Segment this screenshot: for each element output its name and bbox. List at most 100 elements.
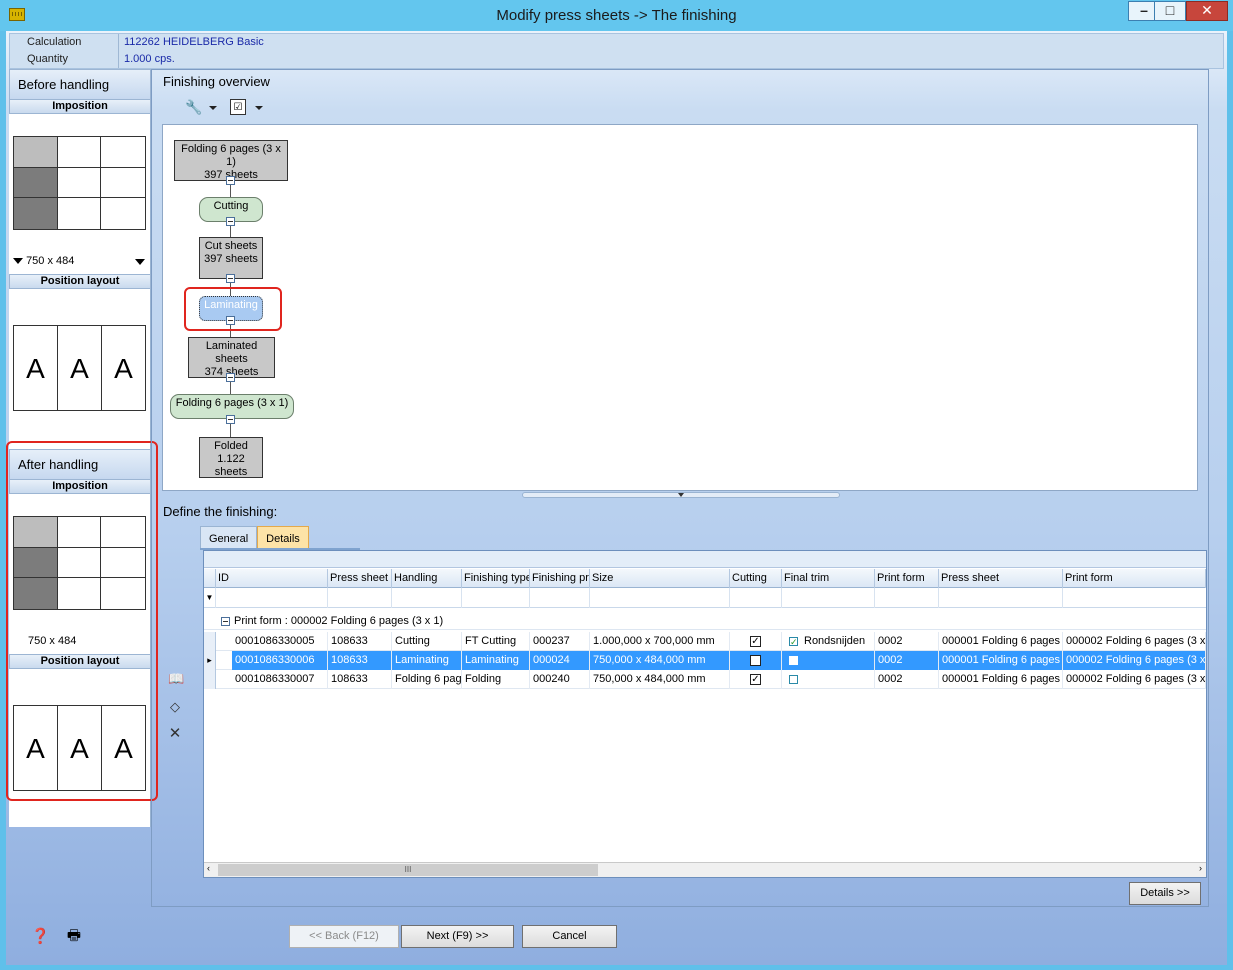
table-cell-print-form2[interactable]: 000002 Folding 6 pages (3 x 1 — [1063, 651, 1206, 670]
splitter-handle[interactable] — [522, 492, 840, 498]
table-cell-press-sheet2[interactable]: 000001 Folding 6 pages ( — [939, 632, 1063, 651]
collapse-icon[interactable] — [226, 217, 235, 226]
tab-details[interactable]: Details — [257, 526, 309, 548]
collapse-group-icon[interactable] — [221, 617, 230, 626]
cutting-checkbox-cell[interactable] — [730, 651, 782, 670]
column-header[interactable]: Press sheet — [939, 569, 1063, 588]
collapse-icon[interactable] — [226, 274, 235, 283]
help-icon[interactable]: ❓ — [31, 928, 50, 946]
table-cell-print-form[interactable]: 0002 — [875, 670, 939, 689]
filter-row[interactable]: ▼ — [204, 588, 1206, 608]
table-cell-id[interactable]: 0001086330007 — [232, 670, 328, 689]
table-row[interactable]: 0001086330007 108633 Folding 6 page Folding… — [204, 670, 1206, 689]
final-trim-cell[interactable] — [782, 651, 875, 670]
unchecked-checkbox-icon[interactable] — [750, 654, 761, 666]
scroll-left-icon[interactable]: ‹ — [207, 863, 210, 873]
table-cell-id[interactable]: 0001086330005 — [232, 632, 328, 651]
cutting-checkbox-cell[interactable]: ✓ — [730, 670, 782, 689]
column-header[interactable]: Print form — [1063, 569, 1206, 588]
wrench-icon[interactable]: 🔧 — [185, 99, 202, 115]
table-cell-print-form[interactable]: 0002 — [875, 632, 939, 651]
table-cell-press-sheet2[interactable]: 000001 Folding 6 pages ( — [939, 670, 1063, 689]
column-header[interactable]: Handling — [392, 569, 462, 588]
checked-checkbox-icon[interactable]: ✓ — [750, 673, 761, 685]
table-cell-size[interactable]: 1.000,000 x 700,000 mm — [590, 632, 730, 651]
flow-node-folded[interactable]: Folded 1.122 sheets — [199, 437, 263, 478]
table-cell-print-form2[interactable]: 000002 Folding 6 pages (3 x 1 — [1063, 632, 1206, 651]
book-icon[interactable]: 📖 — [168, 672, 184, 686]
checklist-icon[interactable]: ☑ — [230, 99, 246, 115]
collapse-icon[interactable] — [226, 373, 235, 382]
unchecked-checkbox-icon[interactable] — [789, 655, 798, 665]
column-header[interactable]: Print form — [875, 569, 939, 588]
final-trim-cell[interactable] — [782, 670, 875, 689]
before-imposition-grid — [13, 136, 146, 230]
filter-icon[interactable]: ▼ — [204, 588, 216, 608]
table-cell-press-sheet[interactable]: 108633 — [328, 651, 392, 670]
finishing-panel: Finishing overview 🔧 ☑ Folding 6 pages (… — [151, 69, 1209, 907]
flow-node-cut-sheets[interactable]: Cut sheets 397 sheets — [199, 237, 263, 279]
column-header[interactable]: Finishing type — [462, 569, 530, 588]
row-selector[interactable] — [204, 670, 216, 689]
table-cell-handling[interactable]: Laminating — [392, 651, 462, 670]
cutting-checkbox-cell[interactable]: ✓ — [730, 632, 782, 651]
flow-node-folding-sheets[interactable]: Folding 6 pages (3 x 1) 397 sheets — [174, 140, 288, 181]
flow-node-laminated-sheets[interactable]: Laminated sheets 374 sheets — [188, 337, 275, 378]
table-cell-finishing-pr[interactable]: 000240 — [530, 670, 590, 689]
scroll-thumb[interactable]: III — [218, 864, 598, 876]
table-cell-print-form[interactable]: 0002 — [875, 651, 939, 670]
table-cell-finishing-pr[interactable]: 000024 — [530, 651, 590, 670]
final-trim-cell[interactable]: ✓ Rondsnijden — [782, 632, 875, 651]
close-button[interactable]: ✕ — [1186, 1, 1228, 21]
unchecked-checkbox-icon[interactable] — [789, 674, 798, 684]
tab-general[interactable]: General — [200, 526, 258, 548]
table-cell-size[interactable]: 750,000 x 484,000 mm — [590, 670, 730, 689]
checked-checkbox-icon[interactable]: ✓ — [750, 635, 761, 647]
table-cell-size[interactable]: 750,000 x 484,000 mm — [590, 651, 730, 670]
table-cell-press-sheet2[interactable]: 000001 Folding 6 pages ( — [939, 651, 1063, 670]
final-trim-text: Rondsnijden — [804, 635, 866, 647]
table-cell-handling[interactable]: Cutting — [392, 632, 462, 651]
details-button[interactable]: Details >> — [1129, 882, 1201, 905]
eraser-icon[interactable]: ◇ — [168, 700, 182, 714]
column-header[interactable]: ID — [216, 569, 328, 588]
before-size-row: 750 x 484 — [13, 255, 147, 267]
column-header[interactable]: Final trim — [782, 569, 875, 588]
wrench-dropdown-arrow-icon[interactable] — [209, 106, 217, 110]
checklist-dropdown-arrow-icon[interactable] — [255, 106, 263, 110]
column-header[interactable]: Size — [590, 569, 730, 588]
collapse-icon[interactable] — [226, 176, 235, 185]
size-down-arrow-icon[interactable] — [13, 258, 23, 264]
table-cell-press-sheet[interactable]: 108633 — [328, 632, 392, 651]
next-button[interactable]: Next (F9) >> — [401, 925, 514, 948]
checked-checkbox-icon[interactable]: ✓ — [789, 636, 798, 646]
table-cell-finishing-type[interactable]: FT Cutting — [462, 632, 530, 651]
group-by-bar[interactable] — [204, 551, 1206, 568]
table-cell-press-sheet[interactable]: 108633 — [328, 670, 392, 689]
column-header[interactable]: Press sheet — [328, 569, 392, 588]
scroll-right-icon[interactable]: › — [1199, 863, 1202, 873]
table-row[interactable]: ▸ 0001086330006 108633 Laminating Laminating… — [204, 651, 1206, 670]
table-cell-id[interactable]: 0001086330006 — [232, 651, 328, 670]
finishing-details-grid: ID Press sheet Handling Finishing type F… — [203, 550, 1207, 878]
collapse-icon[interactable] — [226, 415, 235, 424]
table-row[interactable]: 0001086330005 108633 Cutting FT Cutting 0002… — [204, 632, 1206, 651]
table-cell-print-form2[interactable]: 000002 Folding 6 pages (3 x 1 — [1063, 670, 1206, 689]
column-header[interactable]: Cutting — [730, 569, 782, 588]
horizontal-scrollbar[interactable]: ‹ III › — [204, 862, 1206, 877]
print-icon[interactable]: 🖶 — [65, 927, 83, 945]
title-bar: Modify press sheets -> The finishing – □… — [0, 0, 1233, 31]
back-button[interactable]: << Back (F12) — [289, 925, 399, 948]
group-row[interactable]: Print form : 000002 Folding 6 pages (3 x… — [204, 613, 1206, 630]
size-down-arrow-icon-right[interactable] — [135, 259, 145, 265]
column-header[interactable]: Finishing pr — [530, 569, 590, 588]
maximize-button[interactable]: □ — [1154, 1, 1186, 21]
table-cell-handling[interactable]: Folding 6 page — [392, 670, 462, 689]
table-cell-finishing-pr[interactable]: 000237 — [530, 632, 590, 651]
table-cell-finishing-type[interactable]: Folding — [462, 670, 530, 689]
cancel-button[interactable]: Cancel — [522, 925, 617, 948]
row-selector[interactable] — [204, 632, 216, 651]
table-cell-finishing-type[interactable]: Laminating — [462, 651, 530, 670]
row-selector[interactable]: ▸ — [204, 651, 216, 670]
delete-icon[interactable]: ✕ — [168, 726, 182, 741]
